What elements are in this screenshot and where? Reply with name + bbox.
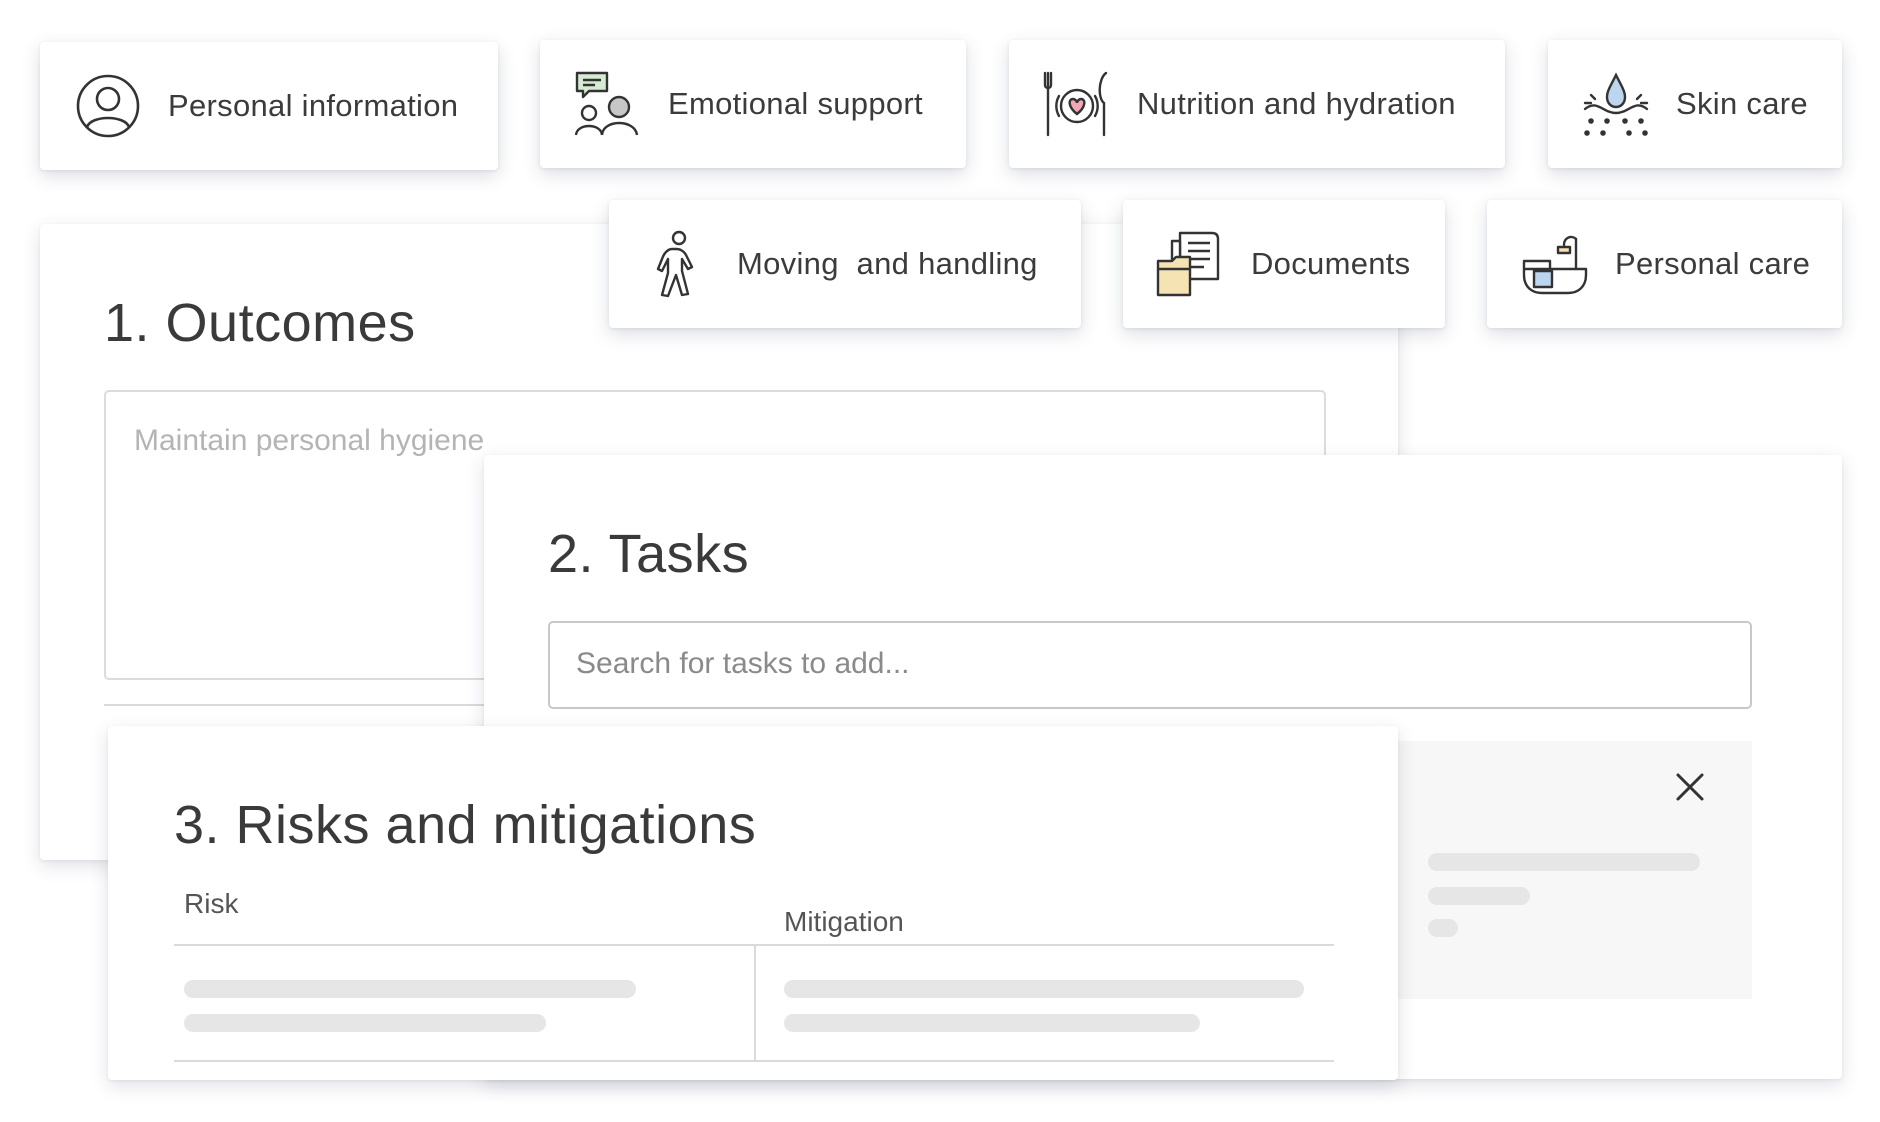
- task-skeleton-line: [1428, 919, 1458, 937]
- bathtub-icon: [1519, 228, 1591, 300]
- risk-skeleton-line: [184, 1014, 546, 1032]
- category-skin-care[interactable]: Skin care: [1548, 40, 1842, 168]
- people-chat-icon: [572, 68, 644, 140]
- chip-label: Personal information: [168, 88, 459, 123]
- category-emotional-support[interactable]: Emotional support: [540, 40, 966, 168]
- chip-label: Nutrition and hydration: [1137, 86, 1456, 121]
- category-personal-care[interactable]: Personal care: [1487, 200, 1842, 328]
- risk-skeleton-line: [184, 980, 636, 998]
- outcomes-title: 1. Outcomes: [104, 293, 416, 353]
- person-circle-icon: [72, 70, 144, 142]
- risk-column-header: Risk: [184, 888, 239, 919]
- mitigation-skeleton-line: [784, 1014, 1200, 1032]
- risks-card: 3. Risks and mitigations Risk Mitigation: [108, 726, 1398, 1080]
- plate-heart-cutlery-icon: [1041, 68, 1113, 140]
- task-skeleton-line: [1428, 887, 1530, 905]
- chip-label: Moving and handling: [737, 246, 1038, 281]
- mitigation-column-header: Mitigation: [784, 906, 904, 937]
- task-search-input[interactable]: Search for tasks to add...: [548, 621, 1752, 709]
- category-documents[interactable]: Documents: [1123, 200, 1445, 328]
- folder-documents-icon: [1155, 228, 1227, 300]
- water-drop-icon: [1580, 68, 1652, 140]
- walking-person-icon: [641, 228, 713, 300]
- close-icon[interactable]: [1674, 771, 1706, 803]
- category-nutrition-and-hydration[interactable]: Nutrition and hydration: [1009, 40, 1505, 168]
- chip-label: Documents: [1251, 246, 1411, 281]
- category-moving-and-handling[interactable]: Moving and handling: [609, 200, 1081, 328]
- chip-label: Personal care: [1615, 246, 1811, 281]
- task-search-placeholder: Search for tasks to add...: [576, 647, 910, 680]
- task-skeleton-line: [1428, 853, 1700, 871]
- category-personal-information[interactable]: Personal information: [40, 42, 498, 170]
- risks-column-divider: [754, 946, 756, 1060]
- chip-label: Emotional support: [668, 86, 923, 121]
- tasks-title: 2. Tasks: [548, 524, 750, 584]
- mitigation-skeleton-line: [784, 980, 1304, 998]
- risks-title: 3. Risks and mitigations: [174, 795, 757, 855]
- chip-label: Skin care: [1676, 86, 1808, 121]
- risks-bottom-divider: [174, 1060, 1334, 1062]
- outcomes-placeholder: Maintain personal hygiene: [134, 424, 485, 457]
